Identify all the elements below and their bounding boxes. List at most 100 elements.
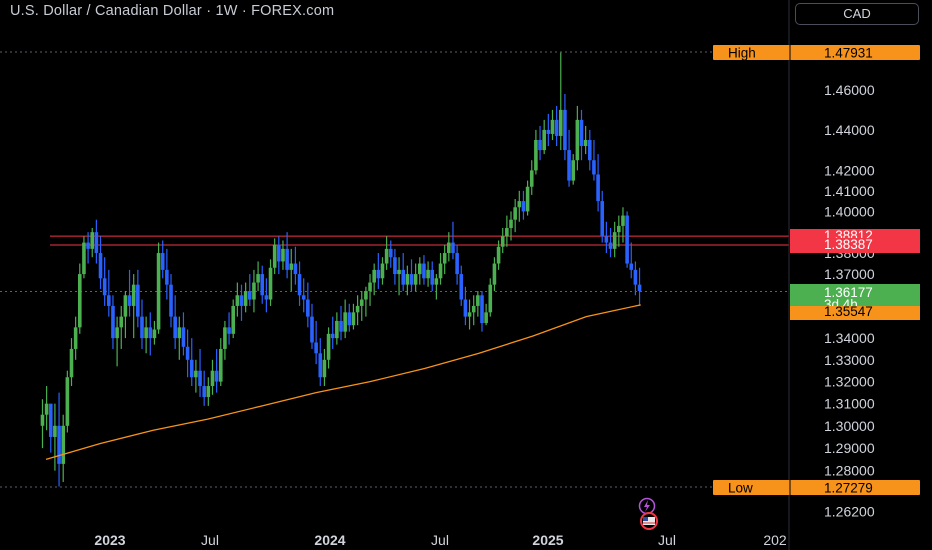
time-axis: 2023 Jul 2024 Jul 2025 Jul 202: [94, 532, 786, 548]
candle: [608, 227, 613, 258]
candle: [330, 316, 335, 349]
candle: [625, 211, 629, 268]
candle: [144, 316, 148, 354]
candle: [629, 242, 634, 279]
candle: [451, 221, 455, 260]
candle: [123, 291, 128, 339]
candle: [459, 265, 464, 306]
candle: [65, 370, 70, 433]
candle: [140, 299, 144, 349]
candle: [637, 267, 642, 306]
candle: [372, 263, 376, 296]
candle: [380, 257, 385, 285]
ma-value-tag: 1.35547: [790, 304, 920, 320]
candle: [592, 139, 596, 181]
candle: [160, 240, 165, 279]
candle: [347, 303, 352, 332]
candle: [73, 316, 78, 360]
candle: [173, 295, 177, 349]
svg-text:Low: Low: [728, 481, 753, 496]
candle: [202, 370, 206, 406]
candle: [40, 399, 45, 449]
candle: [98, 236, 103, 289]
low-tag: Low 1.27279: [713, 480, 920, 496]
y-tick-label: 1.29000: [824, 440, 875, 456]
candle: [152, 320, 157, 345]
x-tick-label: 2025: [532, 532, 563, 548]
candle: [604, 221, 609, 254]
candle: [306, 282, 310, 328]
candle: [596, 154, 600, 212]
candle: [442, 244, 447, 275]
candle: [488, 278, 493, 317]
candle: [268, 259, 273, 306]
candle: [401, 253, 406, 292]
candle: [335, 312, 339, 345]
candle: [621, 207, 625, 243]
candle: [82, 236, 86, 279]
candle: [218, 338, 223, 387]
candle: [393, 248, 397, 285]
x-tick-label: Jul: [658, 532, 676, 548]
candle: [90, 227, 95, 258]
svg-text:1.47931: 1.47931: [824, 46, 873, 61]
candle: [314, 320, 318, 365]
candle: [430, 261, 435, 292]
candle: [256, 261, 260, 292]
candle: [210, 359, 215, 395]
x-tick-label: Jul: [201, 532, 219, 548]
candle: [409, 259, 414, 292]
candle: [575, 105, 580, 171]
candle: [505, 215, 509, 247]
candle: [198, 348, 202, 398]
candle: [102, 257, 107, 306]
candle: [417, 257, 422, 285]
y-tick-label: 1.31000: [824, 396, 875, 412]
candle: [534, 129, 538, 175]
candle: [438, 253, 443, 285]
svg-text:1.27279: 1.27279: [824, 481, 873, 496]
candle: [318, 338, 323, 387]
y-tick-label: 1.41000: [824, 183, 875, 199]
svg-text:High: High: [728, 46, 756, 61]
candle: [277, 236, 281, 275]
candle: [111, 295, 115, 349]
candle: [297, 261, 302, 306]
candle: [405, 265, 410, 296]
candle: [194, 359, 198, 393]
candle: [500, 227, 505, 254]
candle: [554, 105, 559, 147]
y-tick-label: 1.32000: [824, 374, 875, 390]
x-tick-label: Jul: [431, 532, 449, 548]
candle: [492, 257, 497, 292]
candle: [181, 312, 186, 356]
us-flag-icon[interactable]: [640, 512, 658, 530]
candle: [455, 244, 459, 285]
candle: [467, 299, 472, 330]
candle: [156, 242, 161, 334]
candle: [612, 221, 617, 258]
candle: [44, 386, 49, 431]
candle: [513, 199, 517, 233]
y-tick-label: 1.40000: [824, 203, 875, 219]
price-chart[interactable]: 1.460001.440001.420001.410001.400001.380…: [0, 0, 932, 550]
lightning-icon[interactable]: [638, 497, 656, 515]
candle: [484, 303, 488, 326]
candle: [289, 248, 294, 292]
candle: [206, 377, 211, 406]
candle: [413, 263, 418, 292]
candle: [339, 305, 343, 341]
candle: [633, 261, 638, 296]
y-tick-label: 1.26200: [824, 504, 875, 520]
candle: [538, 125, 542, 161]
candle: [48, 403, 53, 453]
x-tick-label: 202: [763, 532, 787, 548]
candle: [326, 327, 331, 369]
candle: [368, 274, 372, 306]
candle: [364, 286, 368, 317]
y-tick-label: 1.33000: [824, 352, 875, 368]
candle: [376, 253, 381, 289]
candle: [285, 232, 289, 279]
y-tick-label: 1.46000: [824, 82, 875, 98]
candle: [563, 93, 567, 161]
